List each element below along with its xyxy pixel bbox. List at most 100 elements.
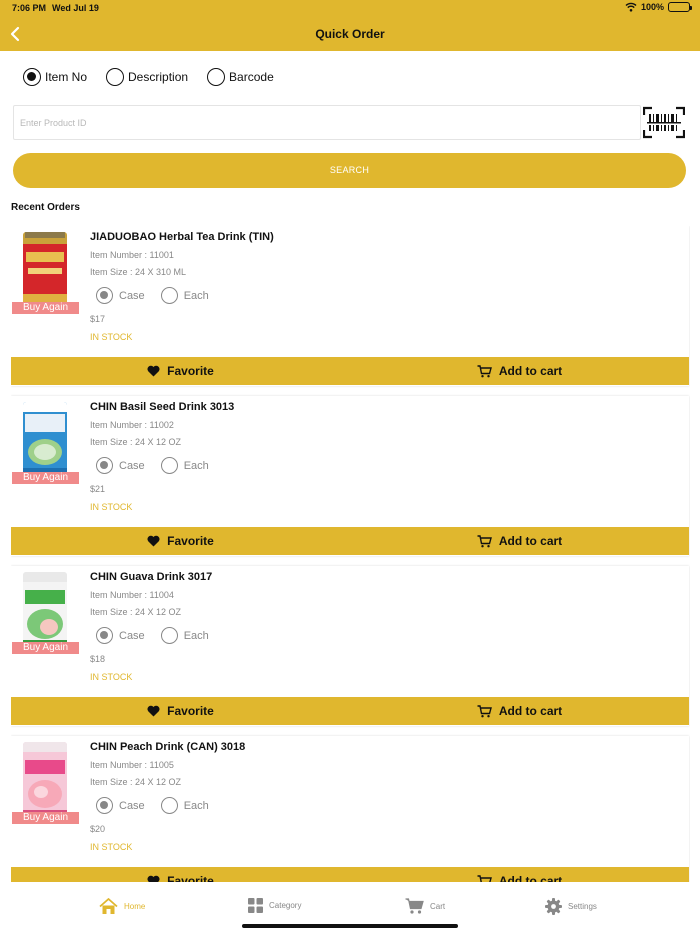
unit-case-option[interactable]: Case xyxy=(96,457,145,474)
card-actions: Favorite Add to cart xyxy=(11,867,689,882)
product-price: $18 xyxy=(90,654,106,664)
heart-icon xyxy=(147,705,160,717)
radio-unselected-icon xyxy=(160,797,178,814)
product-name: CHIN Guava Drink 3017 xyxy=(90,571,213,583)
battery-percent: 100% xyxy=(640,2,664,12)
unit-each-option[interactable]: Each xyxy=(160,457,209,474)
stock-status: IN STOCK xyxy=(90,672,133,682)
gear-icon xyxy=(545,898,562,915)
favorite-button[interactable]: Favorite xyxy=(11,357,350,385)
item-number: Item Number : 11001 xyxy=(90,250,174,260)
product-image-peach[interactable] xyxy=(23,742,67,818)
buy-again-button[interactable]: Buy Again xyxy=(12,302,79,314)
search-type-label: Barcode xyxy=(229,70,274,84)
unit-selector: Case Each xyxy=(96,287,225,304)
add-to-cart-button[interactable]: Add to cart xyxy=(350,357,689,385)
add-to-cart-button[interactable]: Add to cart xyxy=(350,867,689,882)
status-bar: 7:06 PM Wed Jul 19 100% xyxy=(0,0,700,16)
search-button[interactable]: SEARCH xyxy=(13,153,686,188)
search-type-item-no[interactable]: Item No xyxy=(23,68,87,86)
tab-label: Home xyxy=(124,902,146,911)
favorite-button[interactable]: Favorite xyxy=(11,697,350,725)
grid-icon xyxy=(248,898,263,913)
product-name: JIADUOBAO Herbal Tea Drink (TIN) xyxy=(90,231,274,243)
favorite-button[interactable]: Favorite xyxy=(11,867,350,882)
product-image-herbal-tea[interactable] xyxy=(23,232,67,308)
order-card: Buy Again CHIN Peach Drink (CAN) 3018 It… xyxy=(11,736,689,882)
wifi-icon xyxy=(625,2,637,12)
search-type-description[interactable]: Description xyxy=(106,68,188,86)
radio-unselected-icon xyxy=(160,627,178,644)
quick-order-screen: 7:06 PM Wed Jul 19 100% Quick Order Item… xyxy=(0,0,700,934)
unit-each-option[interactable]: Each xyxy=(160,627,209,644)
add-to-cart-label: Add to cart xyxy=(498,704,563,718)
stock-status: IN STOCK xyxy=(90,842,133,852)
stock-status: IN STOCK xyxy=(90,502,133,512)
search-type-label: Item No xyxy=(45,70,88,84)
card-actions: Favorite Add to cart xyxy=(11,697,689,725)
heart-icon xyxy=(147,535,160,547)
unit-label: Each xyxy=(183,289,209,302)
unit-selector: Case Each xyxy=(96,457,225,474)
item-number: Item Number : 11004 xyxy=(90,590,174,600)
unit-each-option[interactable]: Each xyxy=(160,287,209,304)
cart-icon xyxy=(477,874,492,882)
search-type-selector: Item No Description Barcode xyxy=(23,68,293,86)
top-header: 7:06 PM Wed Jul 19 100% Quick Order xyxy=(0,0,700,51)
add-to-cart-label: Add to cart xyxy=(498,534,563,548)
favorite-label: Favorite xyxy=(167,704,214,718)
home-indicator xyxy=(242,924,458,928)
tab-home[interactable]: Home xyxy=(99,898,145,915)
tab-cart[interactable]: Cart xyxy=(405,898,445,914)
order-card: Buy Again JIADUOBAO Herbal Tea Drink (TI… xyxy=(11,226,689,386)
card-actions: Favorite Add to cart xyxy=(11,357,689,385)
tab-settings[interactable]: Settings xyxy=(545,898,597,915)
unit-case-option[interactable]: Case xyxy=(96,797,145,814)
unit-label: Case xyxy=(119,289,145,302)
favorite-label: Favorite xyxy=(167,364,214,378)
product-name: CHIN Peach Drink (CAN) 3018 xyxy=(90,741,246,753)
add-to-cart-button[interactable]: Add to cart xyxy=(350,527,689,555)
buy-again-button[interactable]: Buy Again xyxy=(12,812,79,824)
product-image-basil-seed[interactable] xyxy=(23,402,67,478)
radio-unselected-icon xyxy=(160,287,178,304)
favorite-label: Favorite xyxy=(167,534,214,548)
buy-again-button[interactable]: Buy Again xyxy=(12,472,79,484)
product-image-guava[interactable] xyxy=(23,572,67,648)
radio-selected-icon xyxy=(96,287,113,304)
order-card: Buy Again CHIN Basil Seed Drink 3013 Ite… xyxy=(11,396,689,556)
radio-unselected-icon xyxy=(106,68,125,86)
card-actions: Favorite Add to cart xyxy=(11,527,689,555)
add-to-cart-button[interactable]: Add to cart xyxy=(350,697,689,725)
unit-label: Each xyxy=(183,629,209,642)
unit-each-option[interactable]: Each xyxy=(160,797,209,814)
unit-selector: Case Each xyxy=(96,797,225,814)
unit-label: Case xyxy=(119,629,145,642)
buy-again-button[interactable]: Buy Again xyxy=(12,642,79,654)
search-type-label: Description xyxy=(128,70,189,84)
favorite-button[interactable]: Favorite xyxy=(11,527,350,555)
cart-icon xyxy=(477,364,492,377)
recent-orders-list[interactable]: Buy Again JIADUOBAO Herbal Tea Drink (TI… xyxy=(11,226,690,882)
add-to-cart-label: Add to cart xyxy=(498,364,563,378)
status-time: 7:06 PM xyxy=(12,3,47,13)
radio-unselected-icon xyxy=(160,457,178,474)
cart-icon xyxy=(477,534,492,547)
unit-case-option[interactable]: Case xyxy=(96,287,145,304)
tab-category[interactable]: Category xyxy=(248,898,301,913)
unit-case-option[interactable]: Case xyxy=(96,627,145,644)
item-size: Item Size : 24 X 12 OZ xyxy=(90,437,182,447)
radio-selected-icon xyxy=(96,627,113,644)
status-date: Wed Jul 19 xyxy=(52,3,99,13)
product-price: $20 xyxy=(90,824,106,834)
status-right: 100% xyxy=(625,2,692,12)
recent-orders-title: Recent Orders xyxy=(11,202,80,213)
home-icon xyxy=(99,898,118,914)
unit-label: Each xyxy=(183,799,209,812)
unit-label: Each xyxy=(183,459,209,472)
tab-label: Cart xyxy=(430,901,446,911)
barcode-scan-button[interactable] xyxy=(642,106,686,139)
cart-icon xyxy=(477,704,492,717)
search-type-barcode[interactable]: Barcode xyxy=(207,68,274,86)
product-id-input[interactable] xyxy=(13,105,641,140)
